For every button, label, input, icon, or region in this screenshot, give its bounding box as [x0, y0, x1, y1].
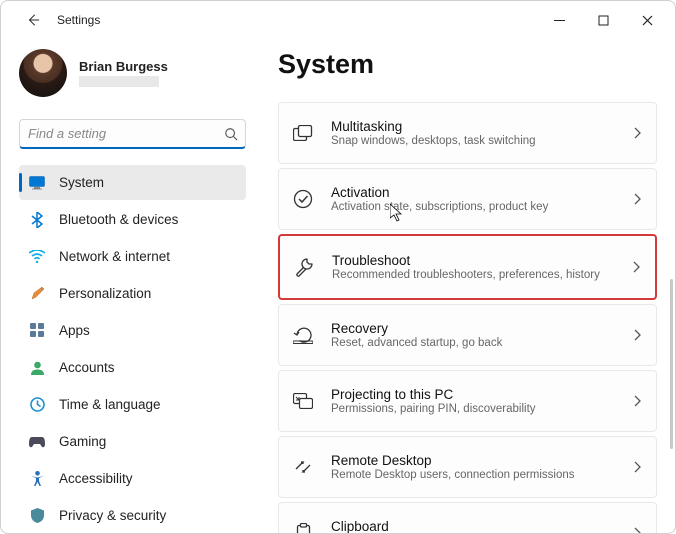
- card-title: Remote Desktop: [331, 453, 616, 468]
- card-desc: Remote Desktop users, connection permiss…: [331, 469, 616, 481]
- nav-label: Accessibility: [59, 471, 133, 486]
- nav-label: Personalization: [59, 286, 151, 301]
- card-desc: Reset, advanced startup, go back: [331, 337, 616, 349]
- nav-label: Network & internet: [59, 249, 170, 264]
- sidebar: Brian Burgess System Bluetooth & devices…: [1, 39, 256, 533]
- card-remote-desktop[interactable]: Remote Desktop Remote Desktop users, con…: [278, 436, 657, 498]
- nav-label: Apps: [59, 323, 90, 338]
- card-title: Projecting to this PC: [331, 387, 616, 402]
- nav-system[interactable]: System: [19, 165, 246, 200]
- nav-accounts[interactable]: Accounts: [19, 350, 246, 385]
- page-title: System: [278, 49, 657, 80]
- personalization-icon: [29, 286, 45, 302]
- recovery-icon: [293, 325, 313, 345]
- nav-bluetooth[interactable]: Bluetooth & devices: [19, 202, 246, 237]
- chevron-right-icon: [634, 127, 642, 139]
- nav-time[interactable]: Time & language: [19, 387, 246, 422]
- nav-network[interactable]: Network & internet: [19, 239, 246, 274]
- back-button[interactable]: [19, 6, 47, 34]
- card-desc: Activation state, subscriptions, product…: [331, 201, 616, 213]
- card-desc: Snap windows, desktops, task switching: [331, 135, 616, 147]
- close-button[interactable]: [637, 10, 657, 30]
- search-icon: [224, 127, 238, 141]
- search-box: [19, 119, 246, 149]
- chevron-right-icon: [634, 527, 642, 533]
- card-title: Multitasking: [331, 119, 616, 134]
- chevron-right-icon: [634, 461, 642, 473]
- accessibility-icon: [29, 471, 45, 487]
- avatar: [19, 49, 67, 97]
- system-icon: [29, 175, 45, 191]
- privacy-icon: [29, 508, 45, 524]
- clipboard-icon: [293, 523, 313, 533]
- multitasking-icon: [293, 123, 313, 143]
- chevron-right-icon: [633, 261, 641, 273]
- profile-section[interactable]: Brian Burgess: [19, 45, 246, 101]
- profile-name: Brian Burgess: [79, 59, 168, 74]
- nav-label: System: [59, 175, 104, 190]
- minimize-button[interactable]: [549, 10, 569, 30]
- nav-label: Bluetooth & devices: [59, 212, 178, 227]
- nav-label: Accounts: [59, 360, 115, 375]
- card-clipboard[interactable]: Clipboard Cut and copy history, sync, cl…: [278, 502, 657, 533]
- nav-privacy[interactable]: Privacy & security: [19, 498, 246, 533]
- profile-email-redacted: [79, 76, 159, 87]
- network-icon: [29, 249, 45, 265]
- card-title: Troubleshoot: [332, 253, 615, 268]
- activation-icon: [293, 189, 313, 209]
- nav-list: System Bluetooth & devices Network & int…: [19, 165, 246, 533]
- card-recovery[interactable]: Recovery Reset, advanced startup, go bac…: [278, 304, 657, 366]
- accounts-icon: [29, 360, 45, 376]
- search-input[interactable]: [19, 119, 246, 149]
- chevron-right-icon: [634, 329, 642, 341]
- card-activation[interactable]: Activation Activation state, subscriptio…: [278, 168, 657, 230]
- apps-icon: [29, 323, 45, 339]
- card-desc: Recommended troubleshooters, preferences…: [332, 269, 615, 281]
- bluetooth-icon: [29, 212, 45, 228]
- nav-gaming[interactable]: Gaming: [19, 424, 246, 459]
- card-title: Clipboard: [331, 519, 616, 533]
- card-title: Activation: [331, 185, 616, 200]
- window-title: Settings: [57, 13, 100, 27]
- card-title: Recovery: [331, 321, 616, 336]
- scrollbar-thumb[interactable]: [670, 279, 673, 449]
- card-multitasking[interactable]: Multitasking Snap windows, desktops, tas…: [278, 102, 657, 164]
- card-desc: Permissions, pairing PIN, discoverabilit…: [331, 403, 616, 415]
- chevron-right-icon: [634, 193, 642, 205]
- card-troubleshoot[interactable]: Troubleshoot Recommended troubleshooters…: [278, 234, 657, 300]
- projecting-icon: [293, 391, 313, 411]
- nav-label: Privacy & security: [59, 508, 166, 523]
- time-icon: [29, 397, 45, 413]
- nav-accessibility[interactable]: Accessibility: [19, 461, 246, 496]
- nav-personalization[interactable]: Personalization: [19, 276, 246, 311]
- card-projecting[interactable]: Projecting to this PC Permissions, pairi…: [278, 370, 657, 432]
- settings-cards: Multitasking Snap windows, desktops, tas…: [278, 102, 657, 533]
- content-area: System Multitasking Snap windows, deskto…: [256, 39, 675, 533]
- troubleshoot-icon: [294, 257, 314, 277]
- nav-apps[interactable]: Apps: [19, 313, 246, 348]
- gaming-icon: [29, 434, 45, 450]
- maximize-button[interactable]: [593, 10, 613, 30]
- chevron-right-icon: [634, 395, 642, 407]
- remote-desktop-icon: [293, 457, 313, 477]
- nav-label: Time & language: [59, 397, 161, 412]
- nav-label: Gaming: [59, 434, 106, 449]
